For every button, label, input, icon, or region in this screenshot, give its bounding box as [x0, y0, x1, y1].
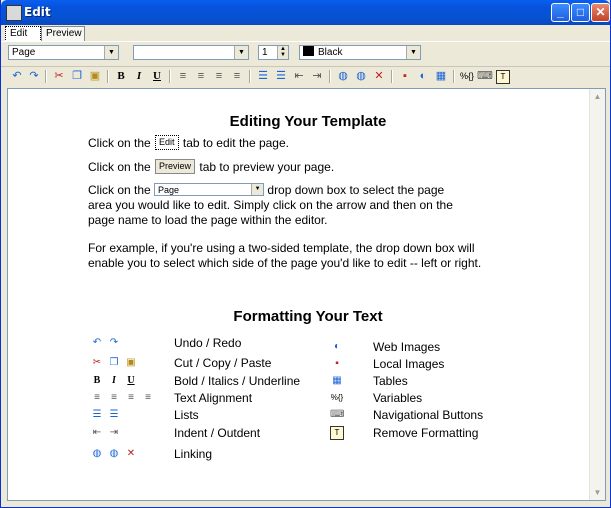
font-select[interactable]: ▼ [133, 45, 249, 60]
legend-tables: Tables [373, 374, 408, 388]
redo-icon[interactable]: ↷ [26, 69, 42, 84]
color-select[interactable]: Black ▼ [299, 45, 421, 60]
variable-icon[interactable]: %{} [459, 69, 475, 84]
outdent-icon: ⇤ [92, 427, 102, 438]
indent-icon: ⇥ [109, 427, 119, 438]
scroll-up-icon[interactable]: ▲ [590, 89, 605, 104]
page-select[interactable]: Page ▼ [8, 45, 119, 60]
justify-icon[interactable]: ≡ [229, 69, 245, 84]
title-bar[interactable]: Edit _ □ ✕ [1, 0, 610, 25]
align-center-icon[interactable]: ≡ [193, 69, 209, 84]
underline-icon[interactable]: U [149, 69, 165, 84]
outdent-icon[interactable]: ⇤ [291, 69, 307, 84]
align-left-icon: ≡ [94, 392, 100, 403]
legend-undo-redo: Undo / Redo [174, 336, 242, 350]
web-image-icon: ◐ [333, 341, 341, 352]
scroll-down-icon[interactable]: ▼ [590, 485, 605, 500]
legend-bold-italic-underline: Bold / Italics / Underline [174, 374, 301, 388]
cut-icon[interactable]: ✂ [51, 69, 67, 84]
legend-text-alignment: Text Alignment [174, 391, 253, 405]
editor-toolbar: ↶ ↷ ✂ ❐ ▣ B I U ≡ ≡ ≡ ≡ ☰ ☰ ⇤ ⇥ ◍ ◍ ✕ ▪ … [1, 66, 610, 86]
bold-icon[interactable]: B [113, 69, 129, 84]
editor-area[interactable]: Editing Your Template Click on the Edit … [7, 88, 606, 501]
justify-icon: ≡ [145, 392, 151, 403]
italic-icon: I [112, 375, 116, 386]
copy-icon: ❐ [109, 357, 119, 368]
chevron-down-icon[interactable]: ▼ [104, 46, 118, 59]
email-link-icon: ◍ [109, 448, 119, 459]
paste-icon[interactable]: ▣ [87, 69, 103, 84]
redo-icon: ↷ [109, 337, 119, 348]
inline-page-select: Page ▼ [154, 183, 265, 196]
remove-link-icon[interactable]: ✕ [371, 69, 387, 84]
undo-icon: ↶ [92, 337, 102, 348]
chevron-down-icon[interactable]: ▼ [234, 46, 248, 59]
variable-icon: %{} [330, 393, 344, 402]
indent-icon[interactable]: ⇥ [309, 69, 325, 84]
bulleted-list-icon[interactable]: ☰ [273, 69, 289, 84]
legend-variables: Variables [373, 391, 423, 405]
align-left-icon[interactable]: ≡ [175, 69, 191, 84]
font-size-stepper[interactable]: 1 ▲ ▼ [258, 45, 289, 60]
tab-edit[interactable]: Edit [5, 26, 41, 42]
local-image-icon: ▪ [335, 358, 339, 369]
instruction-preview: Click on the Preview tab to preview your… [88, 159, 335, 174]
color-select-value: Black [318, 47, 343, 58]
email-link-icon[interactable]: ◍ [353, 69, 369, 84]
vertical-scrollbar[interactable]: ▲ ▼ [589, 89, 605, 500]
app-icon [6, 5, 22, 21]
nav-button-icon: ⌨ [330, 409, 345, 420]
font-size-value: 1 [262, 47, 268, 58]
legend-web-images: Web Images [373, 340, 441, 354]
instruction-example: For example, if you're using a two-sided… [88, 241, 482, 270]
table-icon: ▦ [332, 375, 342, 386]
color-swatch [303, 46, 314, 56]
align-right-icon: ≡ [128, 392, 134, 403]
chevron-down-icon[interactable]: ▼ [406, 46, 420, 59]
nav-button-icon[interactable]: ⌨ [477, 69, 493, 84]
inline-edit-tab: Edit [155, 135, 179, 150]
legend-navigational-buttons: Navigational Buttons [373, 408, 484, 422]
remove-link-icon: ✕ [126, 448, 136, 459]
copy-icon[interactable]: ❐ [69, 69, 85, 84]
tab-preview[interactable]: Preview [41, 26, 85, 41]
local-image-icon[interactable]: ▪ [397, 69, 413, 84]
align-center-icon: ≡ [111, 392, 117, 403]
numbered-list-icon: ☰ [92, 409, 102, 420]
legend-linking: Linking [174, 447, 213, 461]
bulleted-list-icon: ☰ [109, 409, 119, 420]
format-bar: Page ▼ ▼ 1 ▲ ▼ Black ▼ [1, 41, 610, 65]
legend-cut-copy-paste: Cut / Copy / Paste [174, 356, 272, 370]
heading-formatting: Formatting Your Text [233, 308, 383, 325]
align-right-icon[interactable]: ≡ [211, 69, 227, 84]
web-link-icon: ◍ [92, 448, 102, 459]
legend-local-images: Local Images [373, 357, 445, 371]
window-title: Edit [24, 5, 51, 19]
inline-preview-tab: Preview [155, 159, 196, 174]
underline-icon: U [127, 375, 135, 386]
cut-icon: ✂ [92, 357, 102, 368]
page-select-value: Page [12, 47, 36, 58]
table-icon[interactable]: ▦ [433, 69, 449, 84]
paste-icon: ▣ [126, 357, 136, 368]
heading-editing: Editing Your Template [229, 113, 387, 130]
maximize-button[interactable]: □ [571, 3, 590, 22]
italic-icon[interactable]: I [131, 69, 147, 84]
close-button[interactable]: ✕ [591, 3, 610, 22]
remove-format-icon: T [330, 426, 344, 440]
numbered-list-icon[interactable]: ☰ [255, 69, 271, 84]
edit-window: Edit _ □ ✕ Edit Preview Page ▼ ▼ 1 ▲ ▼ Bl… [0, 0, 611, 508]
undo-icon[interactable]: ↶ [9, 69, 25, 84]
spinner-icon[interactable]: ▲ ▼ [277, 46, 288, 59]
web-image-icon[interactable]: ◐ [415, 69, 431, 84]
remove-format-icon[interactable]: T [495, 69, 511, 84]
legend-indent-outdent: Indent / Outdent [174, 426, 261, 440]
legend-remove-formatting: Remove Formatting [373, 426, 479, 440]
bold-icon: B [93, 375, 101, 386]
legend-lists: Lists [174, 408, 199, 422]
instruction-edit: Click on the Edit tab to edit the page. [88, 135, 289, 150]
minimize-button[interactable]: _ [551, 3, 570, 22]
web-link-icon[interactable]: ◍ [335, 69, 351, 84]
instruction-dropdown: Click on the Page ▼ drop down box to sele… [88, 183, 453, 227]
